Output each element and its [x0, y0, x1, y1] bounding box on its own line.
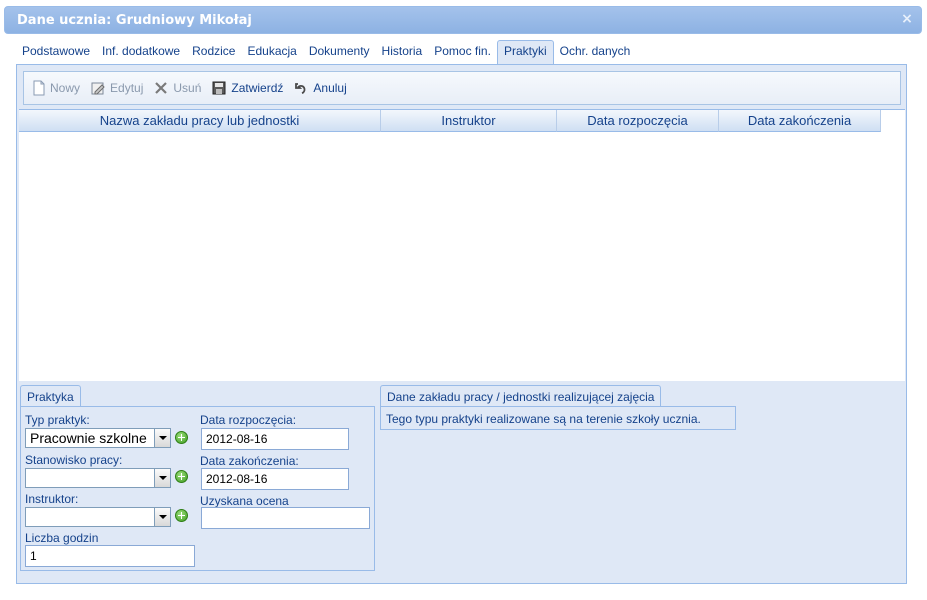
tab-historia[interactable]: Historia: [376, 40, 429, 64]
tab-ochr-danych[interactable]: Ochr. danych: [554, 40, 637, 64]
add-instructor-icon[interactable]: [175, 509, 188, 522]
tab-rodzice[interactable]: Rodzice: [186, 40, 241, 64]
save-icon: [212, 81, 226, 95]
section-tab-company[interactable]: Dane zakładu pracy / jednostki realizują…: [380, 385, 662, 407]
new-button[interactable]: Nowy: [32, 80, 80, 96]
tab-praktyki[interactable]: Praktyki: [496, 40, 554, 66]
start-date-label: Data rozpoczęcia:: [200, 413, 297, 427]
edit-button[interactable]: Edytuj: [90, 80, 143, 96]
column-header-company[interactable]: Nazwa zakładu pracy lub jednostki: [19, 110, 381, 132]
tab-podstawowe[interactable]: Podstawowe: [16, 40, 96, 64]
tab-edukacja[interactable]: Edukacja: [241, 40, 302, 64]
chevron-down-icon[interactable]: [154, 469, 170, 487]
tab-strip: Podstawowe Inf. dodatkowe Rodzice Edukac…: [16, 40, 637, 66]
column-header-start-date[interactable]: Data rozpoczęcia: [557, 110, 719, 132]
column-header-end-date[interactable]: Data zakończenia: [719, 110, 881, 132]
column-header-instructor[interactable]: Instruktor: [381, 110, 557, 132]
close-icon[interactable]: ×: [899, 11, 915, 27]
grade-input[interactable]: [201, 507, 370, 529]
add-type-icon[interactable]: [175, 431, 188, 444]
toolbar: Nowy Edytuj Usuń Zatwierdź Anuluj: [23, 71, 901, 105]
new-button-label: Nowy: [50, 81, 81, 95]
tab-dokumenty[interactable]: Dokumenty: [303, 40, 376, 64]
chevron-down-icon[interactable]: [154, 508, 170, 526]
instructor-combo[interactable]: [25, 507, 171, 527]
hours-input[interactable]: [25, 545, 195, 567]
position-label: Stanowisko pracy:: [25, 453, 123, 467]
internship-grid[interactable]: Nazwa zakładu pracy lub jednostki Instru…: [19, 109, 905, 381]
company-info-text: Tego typu praktyki realizowane są na ter…: [386, 412, 701, 426]
tab-pomoc-fin[interactable]: Pomoc fin.: [428, 40, 497, 64]
end-date-input[interactable]: [201, 468, 349, 490]
delete-icon: [155, 82, 168, 94]
cancel-button[interactable]: Anuluj: [293, 80, 347, 96]
end-date-label: Data zakończenia:: [200, 454, 299, 468]
edit-button-label: Edytuj: [110, 81, 144, 95]
type-combo[interactable]: Pracownie szkolne: [25, 428, 171, 448]
grid-header: Nazwa zakładu pracy lub jednostki Instru…: [19, 110, 905, 132]
type-combo-value: Pracownie szkolne: [30, 430, 147, 446]
grade-label: Uzyskana ocena: [200, 494, 289, 508]
instructor-label: Instruktor:: [25, 492, 79, 506]
undo-icon: [295, 83, 306, 95]
student-dialog: Dane ucznia: Grudniowy Mikołaj × Podstaw…: [0, 0, 927, 600]
praktyka-form-panel: Typ praktyk: Pracownie szkolne Stanowisk…: [20, 406, 375, 571]
hours-label: Liczba godzin: [25, 531, 99, 545]
edit-icon: [91, 82, 105, 95]
dialog-title: Dane ucznia: Grudniowy Mikołaj: [17, 13, 252, 28]
section-tab-praktyka[interactable]: Praktyka: [20, 385, 81, 407]
new-document-icon: [33, 80, 45, 96]
tab-inf-dodatkowe[interactable]: Inf. dodatkowe: [96, 40, 186, 64]
chevron-down-icon[interactable]: [154, 429, 170, 447]
confirm-button[interactable]: Zatwierdź: [211, 80, 283, 96]
position-combo[interactable]: [25, 468, 171, 488]
company-info-panel: Tego typu praktyki realizowane są na ter…: [380, 406, 736, 430]
type-label: Typ praktyk:: [25, 413, 90, 427]
dialog-titlebar[interactable]: Dane ucznia: Grudniowy Mikołaj ×: [4, 6, 922, 34]
praktyki-tab-panel: Nowy Edytuj Usuń Zatwierdź Anuluj Nazwa …: [16, 64, 907, 584]
confirm-button-label: Zatwierdź: [231, 81, 284, 95]
cancel-button-label: Anuluj: [313, 81, 347, 95]
start-date-input[interactable]: [201, 428, 349, 450]
delete-button-label: Usuń: [173, 81, 202, 95]
delete-button[interactable]: Usuń: [153, 80, 201, 96]
add-position-icon[interactable]: [175, 470, 188, 483]
